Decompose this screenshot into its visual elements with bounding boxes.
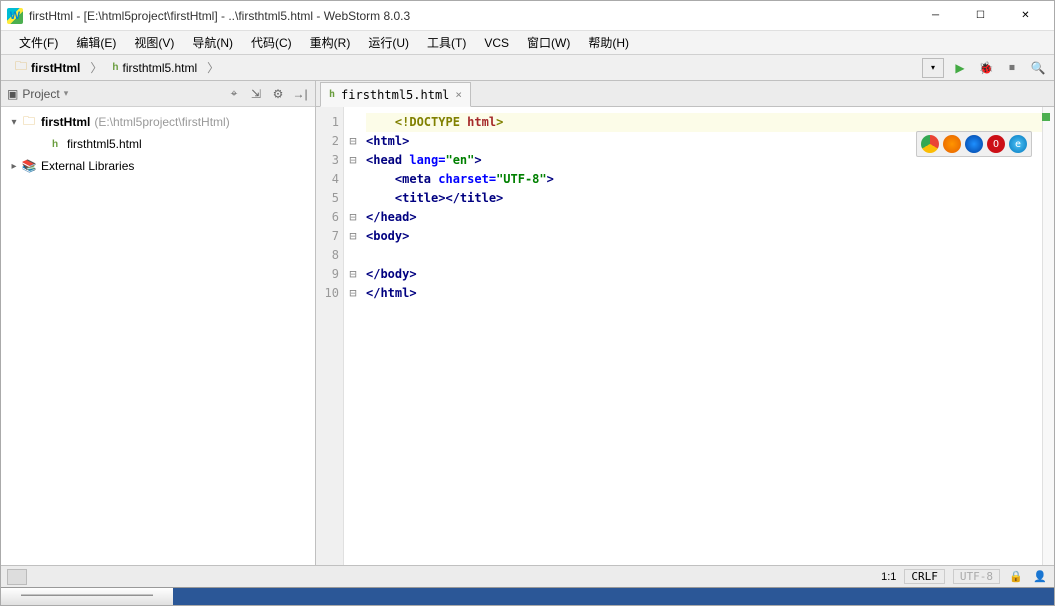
debug-button-icon[interactable]: 🐞: [976, 58, 996, 78]
menu-code[interactable]: 代码(C): [243, 32, 300, 53]
minimize-button[interactable]: ─: [913, 2, 958, 30]
code-line[interactable]: <!DOCTYPE html>: [366, 113, 1042, 132]
webstorm-logo-icon: W: [7, 8, 23, 24]
analysis-ok-marker-icon: [1042, 113, 1050, 121]
folder-icon: 🗀: [15, 57, 27, 78]
fold-toggle-icon: [344, 170, 362, 189]
sidebar-title-label: Project: [22, 87, 59, 101]
fold-toggle-icon[interactable]: ⊟: [344, 151, 362, 170]
ie-icon[interactable]: e: [1009, 135, 1027, 153]
fold-toggle-icon: [344, 246, 362, 265]
navbar: 🗀 firstHtml 〉 h firsthtml5.html 〉 ▾ ▶ 🐞 …: [1, 55, 1054, 81]
code-line[interactable]: <body>: [366, 227, 1042, 246]
opera-icon[interactable]: O: [987, 135, 1005, 153]
menu-window[interactable]: 窗口(W): [519, 32, 578, 53]
library-icon: 📚: [21, 159, 37, 173]
tree-project-path: (E:\html5project\firstHtml): [94, 115, 229, 129]
code-line[interactable]: <title></title>: [366, 189, 1042, 208]
code-line[interactable]: </html>: [366, 284, 1042, 303]
tool-windows-toggle[interactable]: [7, 569, 27, 585]
safari-icon[interactable]: [965, 135, 983, 153]
html-file-icon: h: [112, 62, 118, 73]
lock-icon[interactable]: 🔒: [1008, 570, 1024, 583]
breadcrumb-file[interactable]: h firsthtml5.html: [104, 59, 205, 77]
tree-external-label: External Libraries: [41, 159, 134, 173]
fold-toggle-icon: [344, 113, 362, 132]
tree-file-label: firsthtml5.html: [67, 137, 142, 151]
code-line[interactable]: [366, 246, 1042, 265]
editor-tabs: h firsthtml5.html ×: [316, 81, 1054, 107]
stop-button-icon[interactable]: ⏹: [1002, 58, 1022, 78]
code-line[interactable]: <meta charset="UTF-8">: [366, 170, 1042, 189]
collapse-all-icon[interactable]: ⇲: [247, 85, 265, 103]
hector-icon[interactable]: 👤: [1032, 570, 1048, 583]
fold-gutter: ⊟⊟⊟⊟⊟⊟: [344, 107, 362, 565]
menu-file[interactable]: 文件(F): [11, 32, 66, 53]
tab-close-icon[interactable]: ×: [455, 88, 462, 101]
expand-toggle-icon[interactable]: ▾: [7, 117, 21, 128]
code-line[interactable]: </head>: [366, 208, 1042, 227]
sidebar-header: ▣ Project ▾ ⌖ ⇲ ⚙ →|: [1, 81, 315, 107]
chrome-icon[interactable]: [921, 135, 939, 153]
chevron-right-icon: 〉: [205, 59, 221, 76]
project-tree: ▾ 🗀 firstHtml (E:\html5project\firstHtml…: [1, 107, 315, 565]
code-area[interactable]: O e <!DOCTYPE html><html><head lang="en"…: [362, 107, 1042, 565]
editor-tab-active[interactable]: h firsthtml5.html ×: [320, 82, 471, 107]
menu-view[interactable]: 视图(V): [126, 32, 182, 53]
tree-project-root[interactable]: ▾ 🗀 firstHtml (E:\html5project\firstHtml…: [1, 111, 315, 133]
hide-panel-icon[interactable]: →|: [291, 85, 309, 103]
editor[interactable]: 12345678910 ⊟⊟⊟⊟⊟⊟ O e <!DOCTYPE html><h…: [316, 107, 1054, 565]
statusbar: 1:1 CRLF UTF-8 🔒 👤: [1, 565, 1054, 587]
fold-toggle-icon[interactable]: ⊟: [344, 208, 362, 227]
browser-preview-overlay: O e: [916, 131, 1032, 157]
gear-icon[interactable]: ⚙: [269, 85, 287, 103]
menu-edit[interactable]: 编辑(E): [68, 32, 124, 53]
fold-toggle-icon[interactable]: ⊟: [344, 265, 362, 284]
status-caret-position[interactable]: 1:1: [881, 571, 896, 583]
project-tool-icon: ▣: [7, 87, 18, 101]
maximize-button[interactable]: ☐: [958, 2, 1003, 30]
project-sidebar: ▣ Project ▾ ⌖ ⇲ ⚙ →| ▾ 🗀 firstHtml (E:\h…: [1, 81, 316, 565]
breadcrumb-root[interactable]: 🗀 firstHtml: [7, 55, 88, 80]
code-line[interactable]: </body>: [366, 265, 1042, 284]
scroll-to-source-icon[interactable]: ⌖: [225, 85, 243, 103]
menu-run[interactable]: 运行(U): [360, 32, 417, 53]
tree-project-name: firstHtml: [41, 115, 90, 129]
editor-area: h firsthtml5.html × 12345678910 ⊟⊟⊟⊟⊟⊟ O…: [316, 81, 1054, 565]
menu-navigate[interactable]: 导航(N): [184, 32, 241, 53]
fold-toggle-icon[interactable]: ⊟: [344, 284, 362, 303]
line-number-gutter: 12345678910: [316, 107, 344, 565]
expand-toggle-icon[interactable]: ▸: [7, 161, 21, 172]
folder-icon: 🗀: [21, 112, 37, 133]
tree-external-libraries[interactable]: ▸ 📚 External Libraries: [1, 155, 315, 177]
fold-toggle-icon[interactable]: ⊟: [344, 227, 362, 246]
html-file-icon: h: [329, 89, 335, 100]
menu-help[interactable]: 帮助(H): [580, 32, 637, 53]
firefox-icon[interactable]: [943, 135, 961, 153]
tab-label: firsthtml5.html: [341, 88, 449, 102]
chevron-down-icon[interactable]: ▾: [64, 88, 69, 99]
editor-scrollbar[interactable]: [1042, 107, 1054, 565]
fold-toggle-icon[interactable]: ⊟: [344, 132, 362, 151]
breadcrumb-file-label: firsthtml5.html: [122, 61, 197, 75]
run-config-combo[interactable]: ▾: [922, 58, 944, 78]
tree-file-item[interactable]: h firsthtml5.html: [1, 133, 315, 155]
close-button[interactable]: ✕: [1003, 2, 1048, 30]
status-encoding[interactable]: UTF-8: [953, 569, 1000, 584]
status-line-ending[interactable]: CRLF: [904, 569, 945, 584]
search-icon[interactable]: 🔍: [1028, 58, 1048, 78]
chevron-right-icon: 〉: [88, 59, 104, 76]
fold-toggle-icon: [344, 189, 362, 208]
external-bottom-stripe: ————————————: [1, 587, 1054, 605]
menu-vcs[interactable]: VCS: [476, 34, 517, 52]
window-title: firstHtml - [E:\html5project\firstHtml] …: [29, 9, 913, 23]
titlebar: W firstHtml - [E:\html5project\firstHtml…: [1, 1, 1054, 31]
menubar: 文件(F) 编辑(E) 视图(V) 导航(N) 代码(C) 重构(R) 运行(U…: [1, 31, 1054, 55]
html-file-icon: h: [47, 139, 63, 150]
menu-refactor[interactable]: 重构(R): [302, 32, 359, 53]
menu-tools[interactable]: 工具(T): [419, 32, 474, 53]
run-button-icon[interactable]: ▶: [950, 58, 970, 78]
breadcrumb-root-label: firstHtml: [31, 61, 80, 75]
